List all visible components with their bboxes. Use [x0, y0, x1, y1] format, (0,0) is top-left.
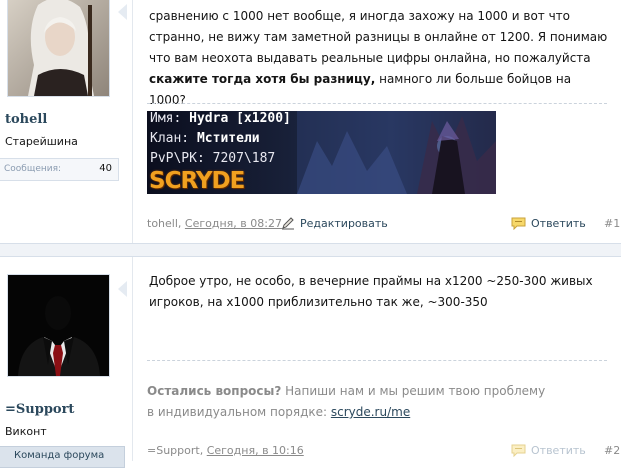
banner-clan-line: Клан: Мстители: [150, 131, 260, 146]
banner-pvp-line: PvP\PK: 7207\187: [150, 151, 275, 166]
edit-button[interactable]: Редактировать: [281, 217, 388, 230]
post-date[interactable]: Сегодня, в 10:16: [207, 444, 304, 457]
reply-button[interactable]: Ответить: [511, 217, 586, 230]
banner-clan-value: Мстители: [196, 131, 260, 146]
signature-link[interactable]: scryde.ru/me: [331, 405, 410, 419]
post-number[interactable]: #2: [604, 444, 620, 457]
post-message: сравнению с 1000 нет вообще, я иногда за…: [149, 6, 609, 111]
post-author[interactable]: tohell: [147, 217, 178, 230]
pencil-icon: [282, 217, 294, 230]
messages-label: Сообщения:: [4, 164, 62, 174]
post-2: =Support Виконт Команда форума Доброе ут…: [0, 256, 621, 468]
signature-separator: [147, 360, 607, 361]
post-message: Доброе утро, не особо, в вечерние праймы…: [149, 274, 593, 309]
avatar-image-tohell: [8, 0, 109, 96]
speech-bubble-icon: [511, 444, 526, 457]
message-bold-text: скажите тогда хотя бы разницу,: [149, 72, 376, 86]
user-rank: Старейшина: [5, 135, 78, 148]
post-1: tohell Старейшина Сообщения: 40 сравнени…: [0, 0, 621, 243]
post-divider: [0, 243, 621, 257]
user-rank: Виконт: [5, 425, 47, 438]
post-1-footer: tohell, Сегодня, в 08:27 Редактировать О…: [147, 215, 621, 233]
banner-pvp-value: 7207\187: [212, 151, 276, 166]
signature-separator: [147, 103, 607, 104]
username[interactable]: =Support: [5, 402, 74, 417]
post-2-userinfo: =Support Виконт Команда форума: [0, 257, 127, 468]
banner-name-line: Имя: Hydra [x1200]: [150, 111, 291, 126]
avatar-pointer-arrow: [118, 4, 127, 20]
username[interactable]: tohell: [5, 112, 47, 127]
user-avatar[interactable]: [7, 274, 110, 377]
banner-pvp-label: PvP\PK:: [150, 151, 213, 166]
post-1-userinfo: tohell Старейшина Сообщения: 40: [0, 0, 127, 243]
signature-bold: Остались вопросы?: [147, 384, 282, 398]
scryde-logo: SCRYDE: [149, 168, 245, 194]
banner-clan-label: Клан:: [150, 131, 197, 146]
post-author[interactable]: =Support: [147, 444, 200, 457]
post-number[interactable]: #1: [604, 217, 620, 230]
messages-count[interactable]: 40: [99, 163, 112, 174]
message-text: сравнению с 1000 нет вообще, я иногда за…: [149, 9, 608, 65]
reply-label: Ответить: [531, 217, 586, 230]
banner-name-value: Hydra [x1200]: [189, 111, 291, 126]
post-meta: =Support, Сегодня, в 10:16: [147, 444, 304, 457]
avatar-pointer-arrow: [118, 281, 127, 297]
post-2-footer: =Support, Сегодня, в 10:16 Ответить #2: [147, 442, 621, 460]
user-message-stats: Сообщения: 40: [0, 158, 119, 181]
post-1-content: сравнению с 1000 нет вообще, я иногда за…: [132, 0, 621, 243]
post-2-content: Доброе утро, не особо, в вечерние праймы…: [132, 257, 621, 461]
user-avatar[interactable]: [7, 0, 110, 97]
speech-bubble-icon: [511, 217, 526, 230]
reply-label: Ответить: [531, 444, 586, 457]
post-meta: tohell, Сегодня, в 08:27: [147, 217, 282, 230]
staff-label: Команда форума: [14, 450, 105, 461]
banner-name-label: Имя:: [150, 111, 190, 126]
post-date[interactable]: Сегодня, в 08:27: [185, 217, 282, 230]
avatar-image-support: [8, 275, 109, 376]
meta-separator: ,: [177, 217, 185, 230]
edit-label: Редактировать: [300, 217, 388, 230]
post-signature: Остались вопросы? Напиши нам и мы решим …: [147, 381, 547, 423]
reply-button[interactable]: Ответить: [511, 444, 586, 457]
meta-separator: ,: [199, 444, 207, 457]
staff-badge: Команда форума: [0, 446, 125, 468]
signature-banner[interactable]: Имя: Hydra [x1200] Клан: Мстители PvP\PK…: [147, 111, 496, 194]
